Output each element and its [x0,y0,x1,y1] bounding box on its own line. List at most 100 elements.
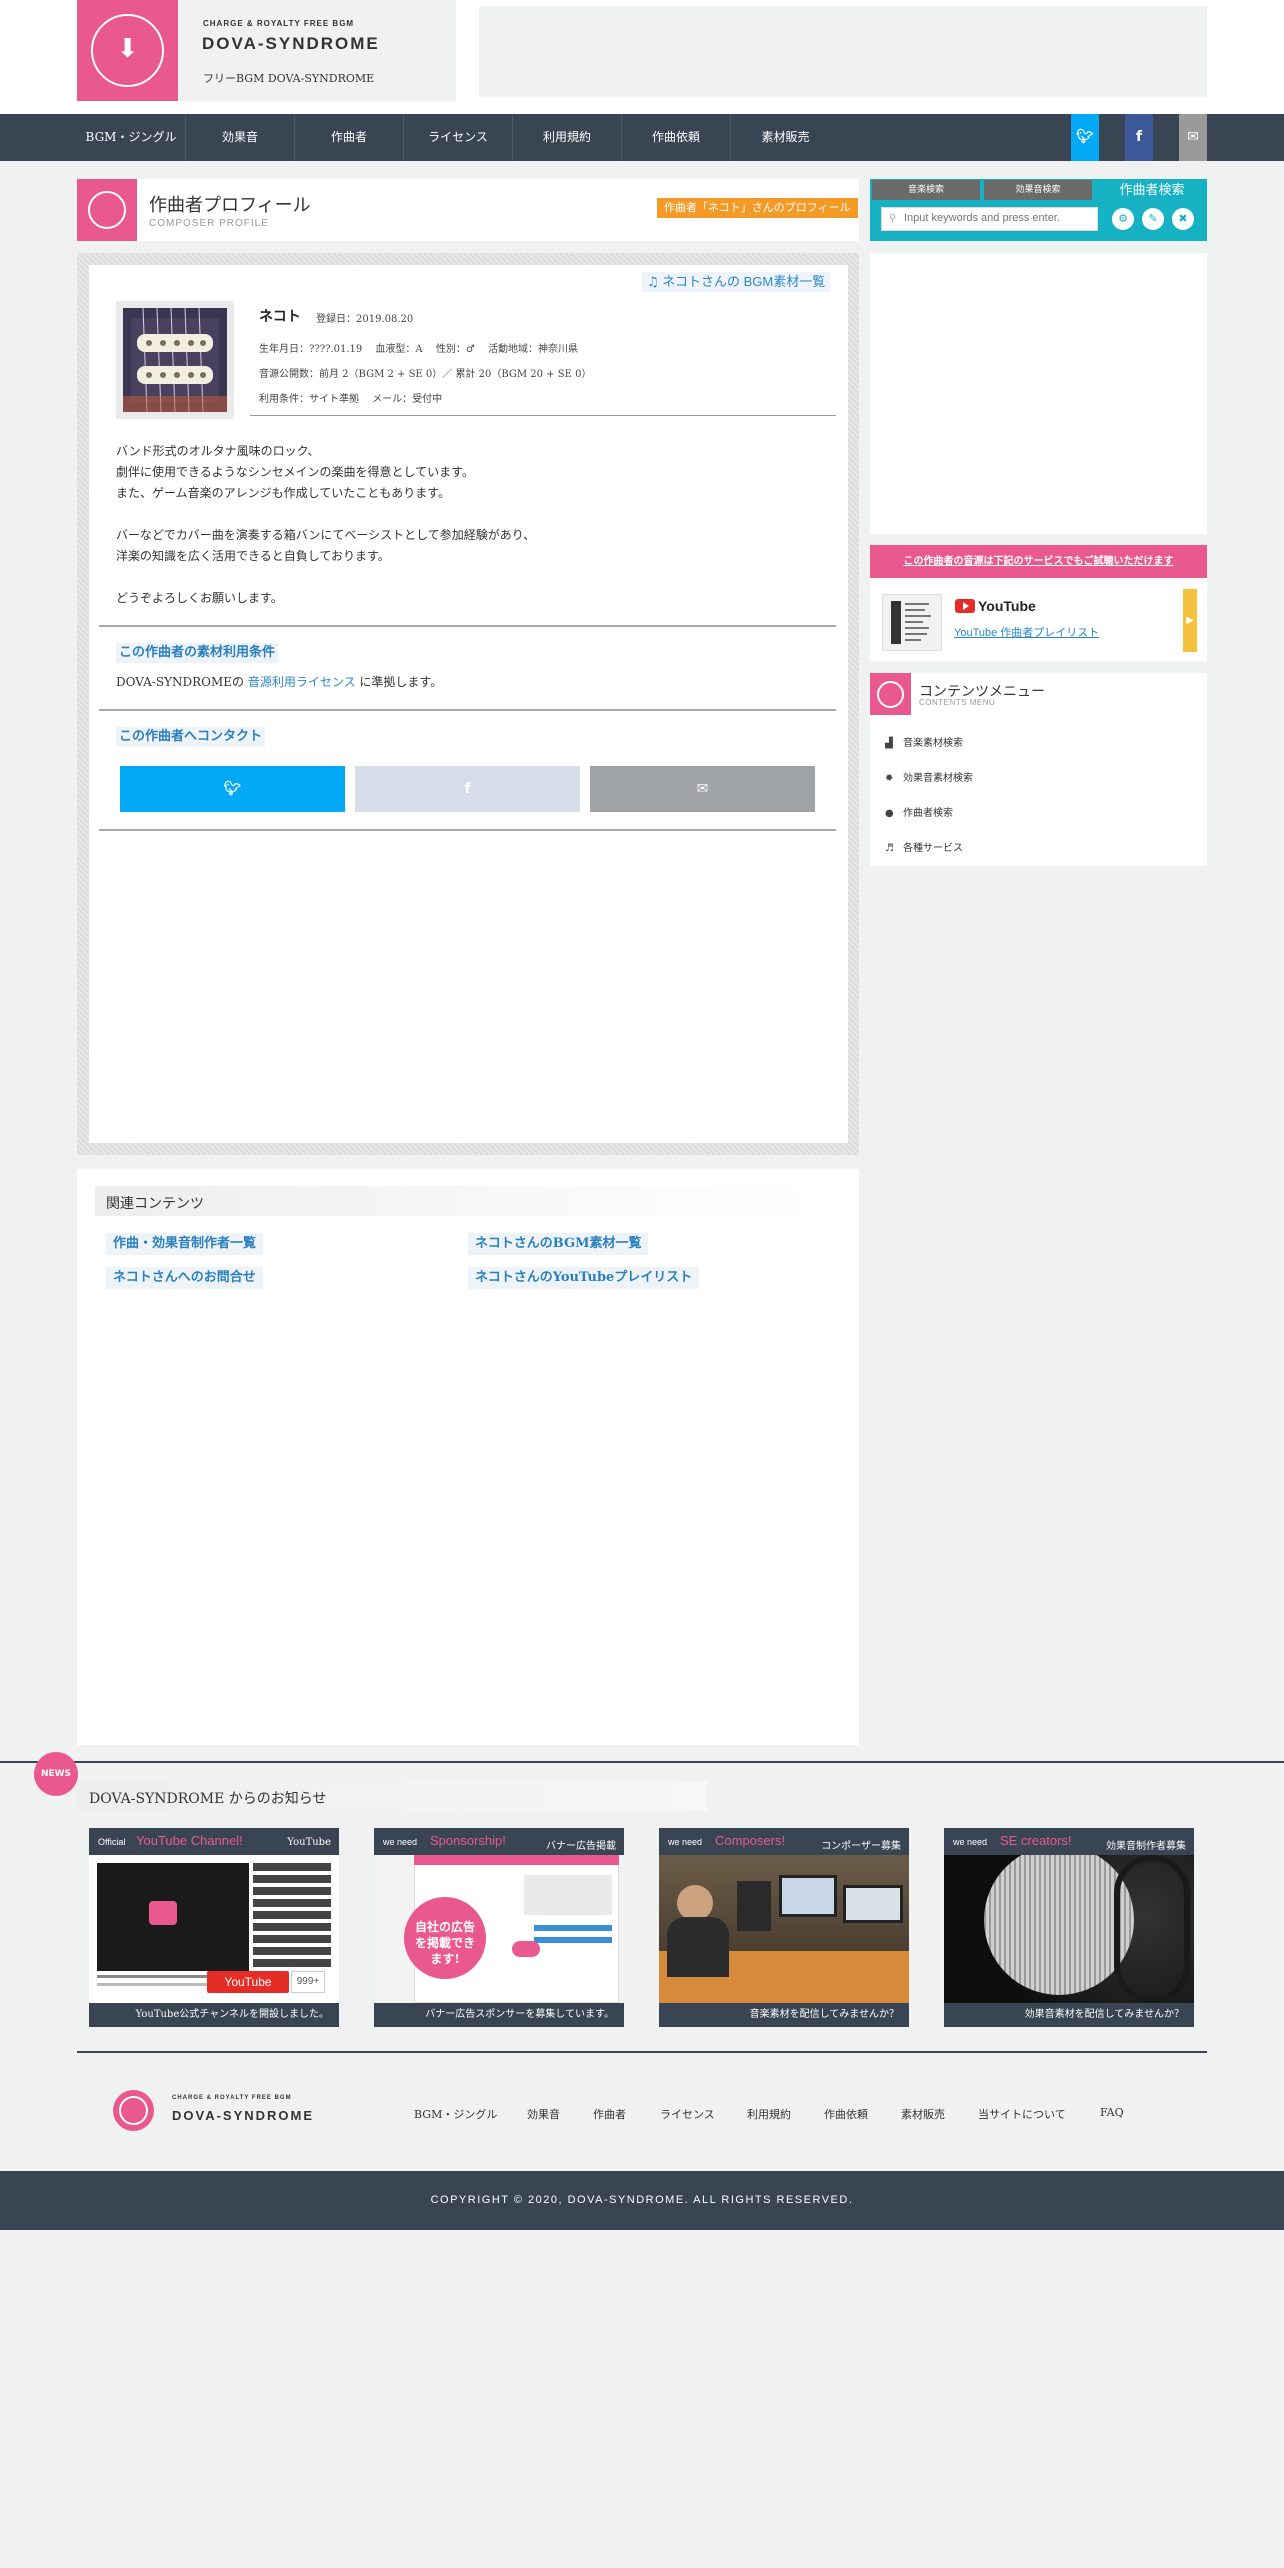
nav-item-license[interactable]: ライセンス [404,114,513,161]
tab-se-search[interactable]: 効果音検索 [984,180,1092,200]
menu-item-se-search[interactable]: ✹ 効果音素材検索 [885,769,973,784]
related-link-contact[interactable]: ネコトさんへのお問合せ [106,1267,263,1289]
music-note-icon: ♬ [885,843,894,854]
search-input[interactable] [904,212,1094,224]
burst-icon: ✹ [885,773,894,784]
footer-site-name[interactable]: DOVA-SYNDROME [172,2108,314,2123]
site-subtitle: フリーBGM DOVA-SYNDROME [203,72,375,85]
mail-icon[interactable]: ✉ [1179,114,1207,161]
terms-heading: この作曲者の素材利用条件 [116,643,279,663]
news-card-image [659,1855,909,2003]
news-card-tag: YouTube [287,1837,331,1848]
news-card-headline: YouTube Channel! [136,1833,243,1848]
gear-icon[interactable]: ⚙ [1112,208,1134,230]
trial-heading: この作曲者の音源は下記のサービスでもご試聴いただけます [870,545,1207,578]
music-note-icon: ♫ [647,275,659,290]
news-card-headline: Sponsorship! [430,1833,506,1848]
tab-composer-search[interactable]: 作曲者検索 [1097,179,1207,203]
news-card-sponsorship[interactable]: we need Sponsorship! バナー広告掲載 自社の広告を掲載できま… [374,1828,624,2027]
sponsor-circle: 自社の広告を掲載できます! [404,1897,486,1979]
copyright: COPYRIGHT © 2020, DOVA-SYNDROME. ALL RIG… [0,2171,1284,2230]
news-card-kicker: Official [98,1837,126,1847]
nav-item-se[interactable]: 効果音 [186,114,295,161]
footer-link-se[interactable]: 効果音 [527,2106,560,2122]
menu-item-label: 各種サービス [903,843,963,854]
news-card-se-creators[interactable]: we need SE creators! 効果音制作者募集 効果音素材を配信して… [944,1828,1194,2027]
twitter-icon[interactable]: 🐦︎ [1071,114,1099,161]
news-card-tag: 効果音制作者募集 [1106,1841,1186,1852]
nav-item-shop[interactable]: 素材販売 [731,114,840,161]
footer-link-shop[interactable]: 素材販売 [901,2106,945,2122]
license-link[interactable]: 音源利用ライセンス [248,675,356,689]
top-banner-ad[interactable] [479,6,1207,97]
equalizer-icon: ▟ [885,738,893,749]
bgm-list-link[interactable]: ♫ ネコトさんの BGM素材一覧 [642,272,831,292]
mail-icon: ✉ [696,781,709,797]
composer-name: ネコト [259,309,301,325]
footer-link-license[interactable]: ライセンス [660,2106,715,2122]
menu-item-composer-search[interactable]: ● 作曲者検索 [885,804,953,819]
menu-item-services[interactable]: ♬ 各種サービス [885,839,963,854]
related-link-composers[interactable]: 作曲・効果音制作者一覧 [106,1233,264,1255]
menu-item-label: 作曲者検索 [903,808,953,819]
site-logo-icon[interactable]: ⬇ [77,0,178,101]
news-card-youtube[interactable]: Official YouTube Channel! YouTube YouTub… [89,1828,339,2027]
related-link-bgm-list[interactable]: ネコトさんのBGM素材一覧 [468,1233,649,1255]
terms-text: DOVA-SYNDROMEの 音源利用ライセンス に準拠します。 [116,673,442,690]
youtube-count: 999+ [291,1971,325,1993]
search-field[interactable] [881,207,1098,231]
divider [250,415,836,416]
menu-item-music-search[interactable]: ▟ 音楽素材検索 [885,734,963,749]
news-card-image [944,1855,1194,2003]
related-link-youtube[interactable]: ネコトさんのYouTubeプレイリスト [468,1267,700,1289]
contact-mail-button[interactable]: ✉ [590,766,815,812]
chevron-right-icon[interactable]: ▶ [1183,589,1197,652]
menu-item-label: 音楽素材検索 [903,738,963,749]
footer-tagline: CHARGE & ROYALTY FREE BGM [172,2095,292,2101]
contact-facebook-button[interactable]: f [355,766,580,812]
news-card-composers[interactable]: we need Composers! コンポーザー募集 音楽素材を配信してみませ… [659,1828,909,2027]
news-card-headline: Composers! [715,1833,786,1848]
youtube-play-icon [955,599,975,613]
news-card-kicker: we need [668,1837,703,1847]
bio-line: 劇伴に使用できるようなシンセメインの楽曲を得意としています。 [116,465,474,479]
tab-music-search[interactable]: 音楽検索 [872,180,980,200]
footer-link-bgm[interactable]: BGM・ジングル [414,2106,497,2122]
contact-twitter-button[interactable]: 🐦︎ [120,766,345,812]
nav-item-commission[interactable]: 作曲依頼 [622,114,731,161]
page-bottom-space [0,2230,1284,2568]
sidebar-ad[interactable] [870,253,1207,534]
footer-link-composers[interactable]: 作曲者 [593,2106,626,2122]
youtube-thumbnail[interactable] [882,594,942,651]
news-card-caption: YouTube公式チャンネルを開設しました。 [89,2003,339,2027]
youtube-button-label: YouTube [224,1975,272,1989]
news-card-caption: 音楽素材を配信してみませんか？ [659,2003,909,2027]
nav-item-composers[interactable]: 作曲者 [295,114,404,161]
related-title: 関連コンテンツ [106,1196,204,1212]
bgm-list-link-label: ネコトさんの BGM素材一覧 [662,274,826,289]
composer-info-terms: 利用条件：サイト準拠 メール：受付中 [259,394,443,405]
contact-heading: この作曲者へコンタクト [116,727,266,747]
news-badge: NEWS [34,1752,78,1796]
divider [99,625,836,627]
facebook-icon: f [464,781,471,797]
facebook-icon[interactable]: f [1125,114,1153,161]
tag-icon[interactable]: ✎ [1142,208,1164,230]
nav-item-bgm[interactable]: BGM・ジングル [77,114,186,161]
terms-suffix: に準拠します。 [355,675,443,689]
youtube-logo[interactable]: YouTube [955,598,1036,614]
site-name[interactable]: DOVA-SYNDROME [202,34,380,54]
menu-item-label: 効果音素材検索 [903,773,973,784]
footer-link-terms[interactable]: 利用規約 [747,2106,791,2122]
search-icon: ⚲ [889,213,897,224]
user-icon: ● [885,808,894,819]
footer-logo-icon[interactable] [113,2090,154,2131]
footer-link-faq[interactable]: FAQ [1100,2106,1124,2119]
news-card-image: 自社の広告を掲載できます! [374,1855,624,2003]
footer-link-about[interactable]: 当サイトについて [978,2106,1066,2122]
youtube-logo-text: YouTube [978,598,1036,614]
footer-link-commission[interactable]: 作曲依頼 [824,2106,868,2122]
trash-icon[interactable]: ✖ [1172,208,1194,230]
nav-item-terms[interactable]: 利用規約 [513,114,622,161]
youtube-playlist-link[interactable]: YouTube 作曲者プレイリスト [954,624,1099,640]
